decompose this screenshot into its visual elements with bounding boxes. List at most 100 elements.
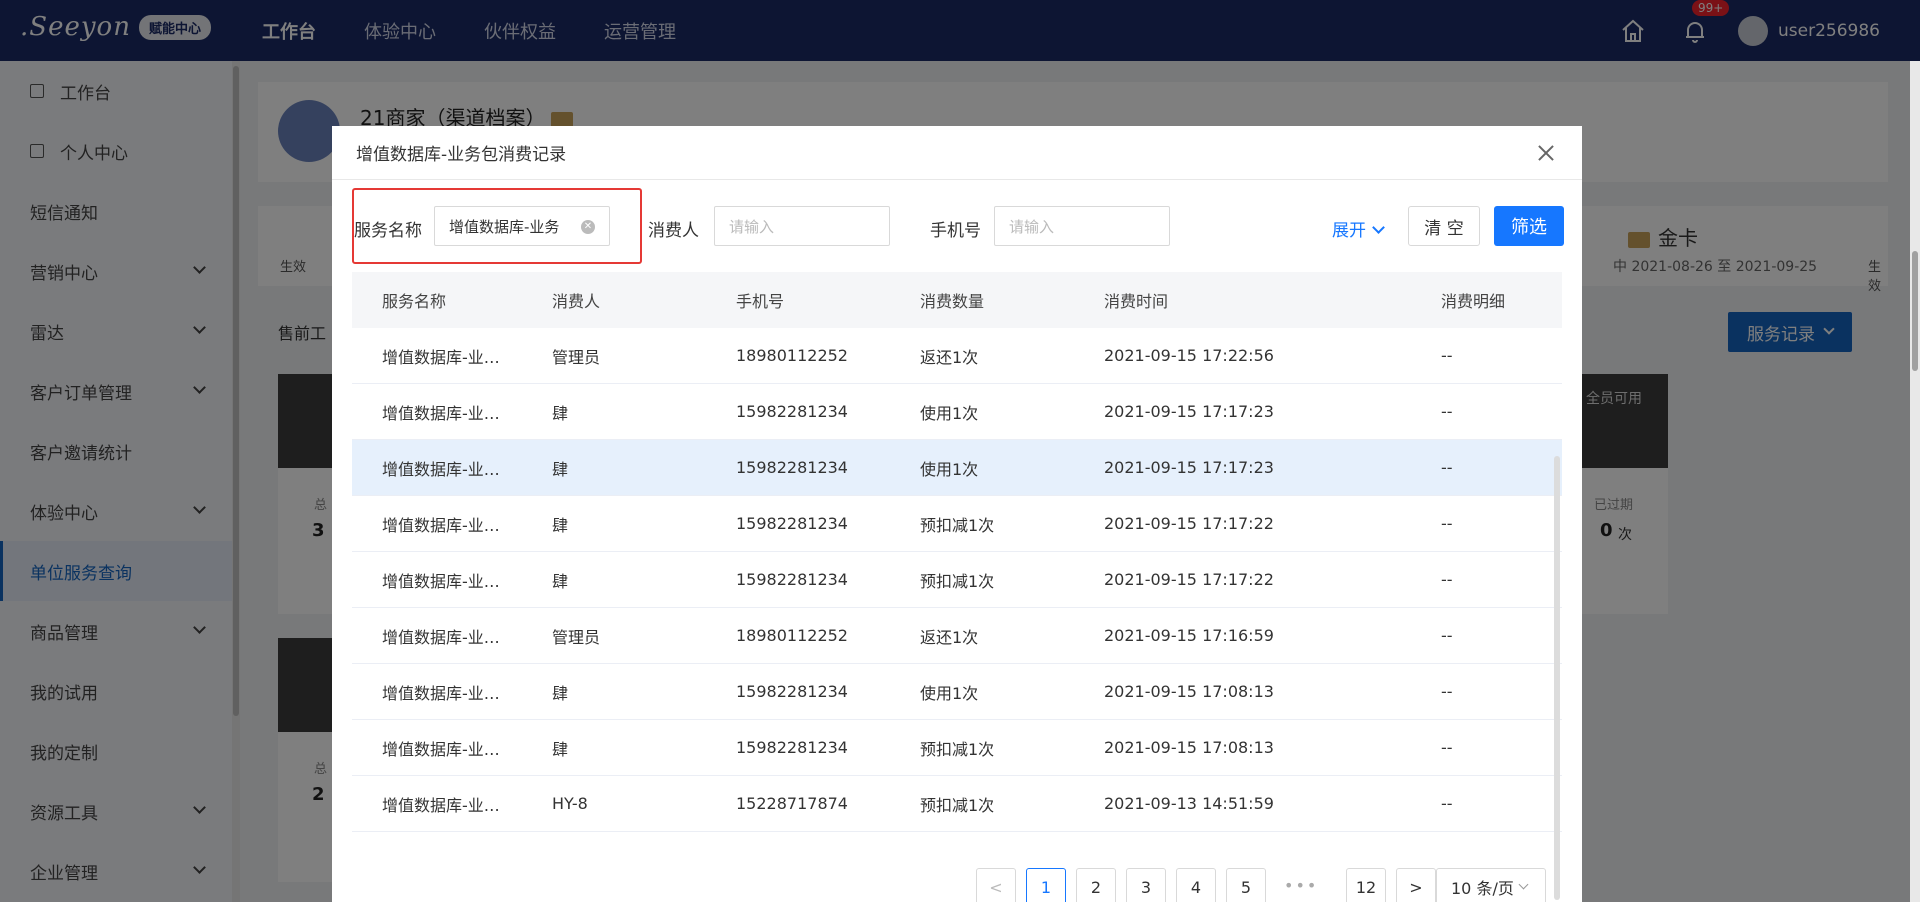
cell-detail: -- bbox=[1441, 458, 1453, 477]
phone-placeholder: 请输入 bbox=[1009, 217, 1055, 236]
col-phone: 手机号 bbox=[736, 292, 785, 311]
cell-time: 2021-09-15 17:17:22 bbox=[1104, 570, 1274, 589]
clear-button[interactable]: 清 空 bbox=[1408, 206, 1480, 246]
table-row[interactable]: 增值数据库-业… 肆 15982281234 使用1次 2021-09-15 17:08… bbox=[352, 664, 1562, 720]
modal-title: 增值数据库-业务包消费记录 bbox=[356, 145, 567, 165]
cell-service-name: 增值数据库-业… bbox=[382, 459, 500, 479]
cell-quantity: 预扣减1次 bbox=[920, 795, 995, 815]
close-icon[interactable] bbox=[1536, 143, 1556, 163]
pagination: < 1 2 3 4 5 ••• 12 > 10 条/页 bbox=[332, 868, 1582, 902]
table-scrollbar[interactable] bbox=[1554, 456, 1560, 900]
page-4[interactable]: 4 bbox=[1176, 868, 1216, 902]
cell-time: 2021-09-15 17:08:13 bbox=[1104, 682, 1274, 701]
cell-quantity: 预扣减1次 bbox=[920, 739, 995, 759]
cell-phone: 15228717874 bbox=[736, 794, 848, 813]
page-scrollbar[interactable] bbox=[1910, 61, 1920, 902]
cell-phone: 15982281234 bbox=[736, 682, 848, 701]
cell-time: 2021-09-15 17:17:23 bbox=[1104, 458, 1274, 477]
cell-time: 2021-09-15 17:08:13 bbox=[1104, 738, 1274, 757]
cell-detail: -- bbox=[1441, 346, 1453, 365]
cell-consumer: 肆 bbox=[552, 571, 569, 591]
page-ellipsis[interactable]: ••• bbox=[1284, 876, 1318, 895]
cell-detail: -- bbox=[1441, 738, 1453, 757]
cell-detail: -- bbox=[1441, 626, 1453, 645]
cell-detail: -- bbox=[1441, 402, 1453, 421]
cell-time: 2021-09-15 17:16:59 bbox=[1104, 626, 1274, 645]
cell-service-name: 增值数据库-业… bbox=[382, 403, 500, 423]
cell-phone: 15982281234 bbox=[736, 738, 848, 757]
highlight-annotation bbox=[352, 188, 642, 264]
col-detail: 消费明细 bbox=[1441, 292, 1506, 311]
chevron-down-icon bbox=[1372, 221, 1385, 234]
cell-detail: -- bbox=[1441, 570, 1453, 589]
table-row[interactable]: 增值数据库-业… 肆 15982281234 预扣减1次 2021-09-15 17:1… bbox=[352, 496, 1562, 552]
table-row[interactable]: 增值数据库-业… 肆 15982281234 使用1次 2021-09-15 17:17… bbox=[352, 384, 1562, 440]
col-quantity: 消费数量 bbox=[920, 292, 985, 311]
cell-consumer: 肆 bbox=[552, 459, 569, 479]
page-1[interactable]: 1 bbox=[1026, 868, 1066, 902]
cell-time: 2021-09-15 17:22:56 bbox=[1104, 346, 1274, 365]
cell-quantity: 返还1次 bbox=[920, 347, 979, 367]
page-3[interactable]: 3 bbox=[1126, 868, 1166, 902]
cell-phone: 15982281234 bbox=[736, 514, 848, 533]
next-page-button[interactable]: > bbox=[1396, 868, 1436, 902]
phone-input[interactable]: 请输入 bbox=[994, 206, 1170, 246]
cell-service-name: 增值数据库-业… bbox=[382, 739, 500, 759]
page-size-select[interactable]: 10 条/页 bbox=[1436, 868, 1546, 902]
cell-consumer: 肆 bbox=[552, 739, 569, 759]
cell-service-name: 增值数据库-业… bbox=[382, 571, 500, 591]
cell-detail: -- bbox=[1441, 682, 1453, 701]
cell-consumer: 肆 bbox=[552, 683, 569, 703]
page-last[interactable]: 12 bbox=[1346, 868, 1386, 902]
cell-consumer: 肆 bbox=[552, 403, 569, 423]
prev-page-button[interactable]: < bbox=[976, 868, 1016, 902]
cell-detail: -- bbox=[1441, 514, 1453, 533]
cell-consumer: 管理员 bbox=[552, 347, 601, 367]
col-service-name: 服务名称 bbox=[382, 292, 447, 311]
cell-phone: 18980112252 bbox=[736, 346, 848, 365]
consumer-label: 消费人 bbox=[648, 221, 699, 241]
page-5[interactable]: 5 bbox=[1226, 868, 1266, 902]
cell-phone: 15982281234 bbox=[736, 458, 848, 477]
filter-button[interactable]: 筛选 bbox=[1494, 206, 1564, 246]
cell-service-name: 增值数据库-业… bbox=[382, 795, 500, 815]
cell-service-name: 增值数据库-业… bbox=[382, 347, 500, 367]
cell-quantity: 使用1次 bbox=[920, 683, 979, 703]
table-row[interactable]: 增值数据库-业… HY-8 15228717874 预扣减1次 2021-09-13 1… bbox=[352, 776, 1562, 832]
cell-service-name: 增值数据库-业… bbox=[382, 627, 500, 647]
cell-phone: 15982281234 bbox=[736, 402, 848, 421]
table-row[interactable]: 增值数据库-业… 肆 15982281234 使用1次 2021-09-15 17:17… bbox=[352, 440, 1562, 496]
cell-service-name: 增值数据库-业… bbox=[382, 515, 500, 535]
page-size-value: 10 条/页 bbox=[1451, 879, 1514, 898]
modal-header: 增值数据库-业务包消费记录 bbox=[332, 126, 1582, 180]
page-2[interactable]: 2 bbox=[1076, 868, 1116, 902]
consumption-table: 服务名称 消费人 手机号 消费数量 消费时间 消费明细 增值数据库-业… 管理员 1… bbox=[352, 272, 1562, 832]
cell-quantity: 使用1次 bbox=[920, 459, 979, 479]
table-header: 服务名称 消费人 手机号 消费数量 消费时间 消费明细 bbox=[352, 272, 1562, 328]
cell-time: 2021-09-15 17:17:22 bbox=[1104, 514, 1274, 533]
table-row[interactable]: 增值数据库-业… 肆 15982281234 预扣减1次 2021-09-15 17:0… bbox=[352, 720, 1562, 776]
cell-quantity: 返还1次 bbox=[920, 627, 979, 647]
consumption-record-modal: 增值数据库-业务包消费记录 服务名称 增值数据库-业务 ✕ 消费人 请输入 手机… bbox=[332, 126, 1582, 902]
cell-quantity: 使用1次 bbox=[920, 403, 979, 423]
table-row[interactable]: 增值数据库-业… 管理员 18980112252 返还1次 2021-09-15 17:… bbox=[352, 328, 1562, 384]
consumer-placeholder: 请输入 bbox=[729, 217, 775, 236]
expand-label: 展开 bbox=[1332, 221, 1366, 241]
table-body: 增值数据库-业… 管理员 18980112252 返还1次 2021-09-15 17:… bbox=[352, 328, 1562, 832]
table-row[interactable]: 增值数据库-业… 肆 15982281234 预扣减1次 2021-09-15 17:1… bbox=[352, 552, 1562, 608]
cell-quantity: 预扣减1次 bbox=[920, 571, 995, 591]
cell-quantity: 预扣减1次 bbox=[920, 515, 995, 535]
cell-consumer: 肆 bbox=[552, 515, 569, 535]
chevron-down-icon bbox=[1518, 879, 1529, 889]
cell-detail: -- bbox=[1441, 794, 1453, 813]
cell-consumer: 管理员 bbox=[552, 627, 601, 647]
cell-time: 2021-09-13 14:51:59 bbox=[1104, 794, 1274, 813]
cell-time: 2021-09-15 17:17:23 bbox=[1104, 402, 1274, 421]
table-row[interactable]: 增值数据库-业… 管理员 18980112252 返还1次 2021-09-15 17:… bbox=[352, 608, 1562, 664]
cell-service-name: 增值数据库-业… bbox=[382, 683, 500, 703]
col-time: 消费时间 bbox=[1104, 292, 1169, 311]
expand-button[interactable]: 展开 bbox=[1332, 216, 1385, 241]
consumer-input[interactable]: 请输入 bbox=[714, 206, 890, 246]
col-consumer: 消费人 bbox=[552, 292, 601, 311]
cell-phone: 15982281234 bbox=[736, 570, 848, 589]
